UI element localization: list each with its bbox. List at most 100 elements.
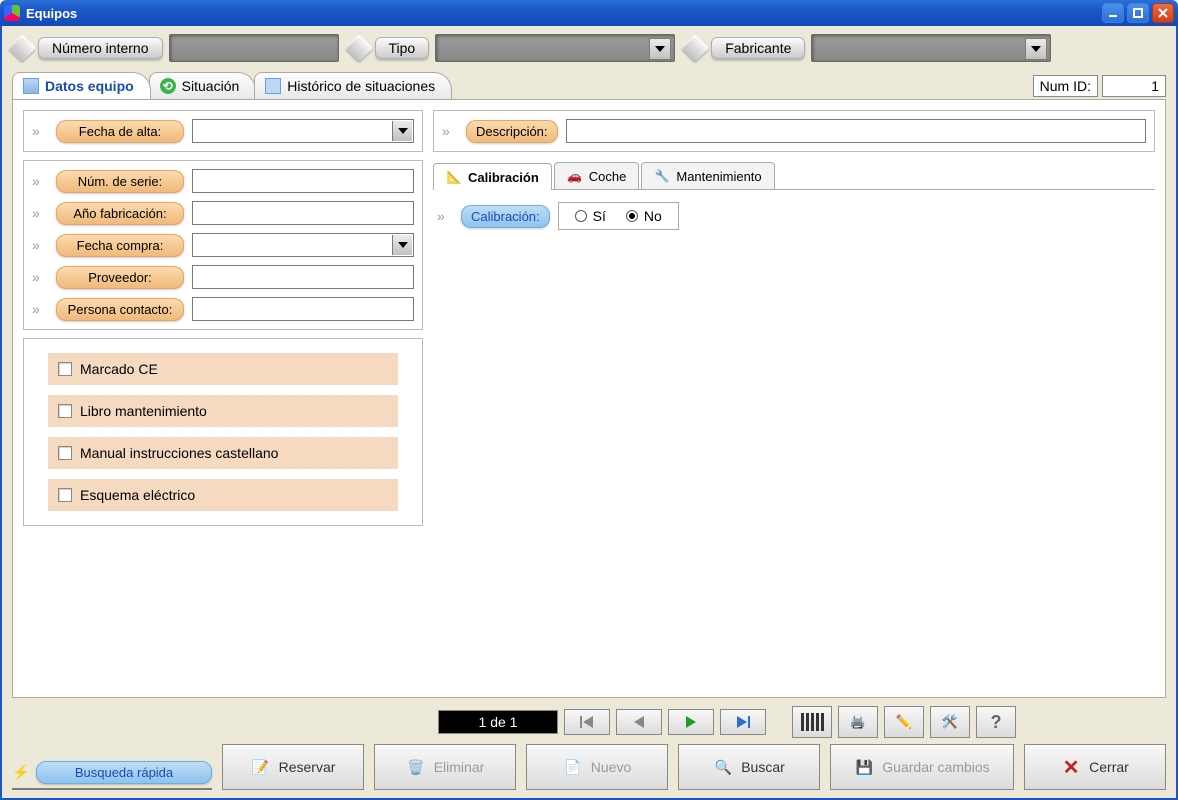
numero-interno-input[interactable]: [169, 34, 339, 62]
eliminar-button[interactable]: 🗑️ Eliminar: [374, 744, 516, 790]
fecha-compra-label: Fecha compra:: [56, 234, 184, 257]
fecha-compra-select[interactable]: [192, 233, 414, 257]
maximize-button[interactable]: [1127, 3, 1149, 23]
descripcion-input[interactable]: [566, 119, 1146, 143]
tab-label: Histórico de situaciones: [287, 78, 435, 94]
delete-icon: 🗑️: [406, 757, 426, 777]
num-id-value: 1: [1102, 75, 1166, 97]
checkbox-esquema-electrico[interactable]: Esquema eléctrico: [48, 479, 398, 511]
filter-bar: Número interno Tipo Fabricante: [12, 34, 1166, 62]
checkbox-icon: [58, 404, 72, 418]
checkbox-libro-mantenimiento[interactable]: Libro mantenimiento: [48, 395, 398, 427]
subtab-mantenimiento[interactable]: 🔧 Mantenimiento: [641, 162, 774, 189]
reservar-button[interactable]: 📝 Reservar: [222, 744, 364, 790]
save-icon: 💾: [854, 757, 874, 777]
chevron-icon: »: [32, 237, 48, 253]
button-label: Reservar: [279, 759, 336, 775]
radio-no[interactable]: No: [626, 208, 662, 224]
footer: 1 de 1 🖨️ ✏️ 🛠️ ? ⚡ Busqueda rápida: [12, 706, 1166, 790]
button-label: Cerrar: [1089, 759, 1129, 775]
last-page-button[interactable]: [720, 709, 766, 735]
button-label: Eliminar: [434, 759, 485, 775]
print-button[interactable]: 🖨️: [838, 706, 878, 738]
close-button[interactable]: [1152, 3, 1174, 23]
button-label: Nuevo: [591, 759, 631, 775]
ano-fabricacion-input[interactable]: [192, 201, 414, 225]
radio-label: No: [644, 208, 662, 224]
checkbox-label: Libro mantenimiento: [80, 403, 207, 419]
chevron-icon: »: [32, 123, 48, 139]
edit-button[interactable]: ✏️: [884, 706, 924, 738]
fabricante-label: Fabricante: [711, 37, 805, 59]
checkbox-icon: [58, 446, 72, 460]
cerrar-button[interactable]: ✕ Cerrar: [1024, 744, 1166, 790]
button-label: Guardar cambios: [882, 759, 989, 775]
button-label: Buscar: [741, 759, 785, 775]
checkbox-label: Manual instrucciones castellano: [80, 445, 278, 461]
tools-button[interactable]: 🛠️: [930, 706, 970, 738]
pager-label: 1 de 1: [438, 710, 558, 734]
car-icon: 🚗: [567, 168, 583, 184]
document-icon: [23, 78, 39, 94]
quick-search-group: ⚡ Busqueda rápida: [12, 761, 212, 790]
first-page-button[interactable]: [564, 709, 610, 735]
chevron-icon: »: [442, 123, 458, 139]
quick-search-input[interactable]: [12, 788, 212, 790]
titlebar: Equipos: [0, 0, 1178, 26]
app-icon: [4, 5, 20, 21]
prev-page-button[interactable]: [616, 709, 662, 735]
checkbox-manual-instrucciones[interactable]: Manual instrucciones castellano: [48, 437, 398, 469]
fecha-alta-label: Fecha de alta:: [56, 120, 184, 143]
minimize-button[interactable]: [1102, 3, 1124, 23]
quick-search-label: Busqueda rápida: [36, 761, 212, 784]
chevron-icon: »: [32, 173, 48, 189]
num-id-label: Num ID:: [1033, 75, 1098, 97]
main-panel: » Fecha de alta: » Núm. de serie: » Año …: [12, 99, 1166, 698]
tab-label: Situación: [182, 78, 240, 94]
new-icon: 📄: [563, 757, 583, 777]
checkbox-icon: [58, 362, 72, 376]
num-serie-input[interactable]: [192, 169, 414, 193]
diamond-icon: [344, 34, 372, 62]
barcode-button[interactable]: [792, 706, 832, 738]
proveedor-label: Proveedor:: [56, 266, 184, 289]
numero-interno-label: Número interno: [38, 37, 163, 59]
buscar-button[interactable]: 🔍 Buscar: [678, 744, 820, 790]
tab-historico[interactable]: Histórico de situaciones: [254, 72, 452, 99]
window-title: Equipos: [26, 6, 1102, 21]
radio-icon: [626, 210, 638, 222]
subtab-label: Calibración: [468, 170, 539, 185]
tab-datos-equipo[interactable]: Datos equipo: [12, 72, 151, 99]
checkbox-label: Esquema eléctrico: [80, 487, 195, 503]
client-area: Número interno Tipo Fabricante Datos equ…: [0, 26, 1178, 800]
help-button[interactable]: ?: [976, 706, 1016, 738]
tipo-label: Tipo: [375, 37, 430, 59]
checkbox-marcado-ce[interactable]: Marcado CE: [48, 353, 398, 385]
nuevo-button[interactable]: 📄 Nuevo: [526, 744, 668, 790]
calibracion-radio-group: Sí No: [558, 202, 679, 230]
wrench-icon: 🔧: [654, 168, 670, 184]
num-serie-label: Núm. de serie:: [56, 170, 184, 193]
chevron-icon: »: [32, 269, 48, 285]
subtab-bar: 📐 Calibración 🚗 Coche 🔧 Mantenimiento: [433, 162, 1155, 190]
persona-contacto-input[interactable]: [192, 297, 414, 321]
radio-si[interactable]: Sí: [575, 208, 606, 224]
subtab-coche[interactable]: 🚗 Coche: [554, 162, 640, 189]
reserve-icon: 📝: [251, 757, 271, 777]
list-icon: [265, 78, 281, 94]
tab-label: Datos equipo: [45, 78, 134, 94]
next-page-button[interactable]: [668, 709, 714, 735]
lightning-icon: ⚡: [12, 764, 30, 782]
tipo-select[interactable]: [435, 34, 675, 62]
radio-icon: [575, 210, 587, 222]
back-icon: ⟲: [160, 78, 176, 94]
guardar-button[interactable]: 💾 Guardar cambios: [830, 744, 1014, 790]
tab-situacion[interactable]: ⟲ Situación: [149, 72, 257, 99]
proveedor-input[interactable]: [192, 265, 414, 289]
subtab-calibracion[interactable]: 📐 Calibración: [433, 163, 552, 190]
subtab-label: Mantenimiento: [676, 169, 761, 184]
fabricante-select[interactable]: [811, 34, 1051, 62]
diamond-icon: [8, 34, 36, 62]
close-icon: ✕: [1061, 757, 1081, 777]
fecha-alta-select[interactable]: [192, 119, 414, 143]
